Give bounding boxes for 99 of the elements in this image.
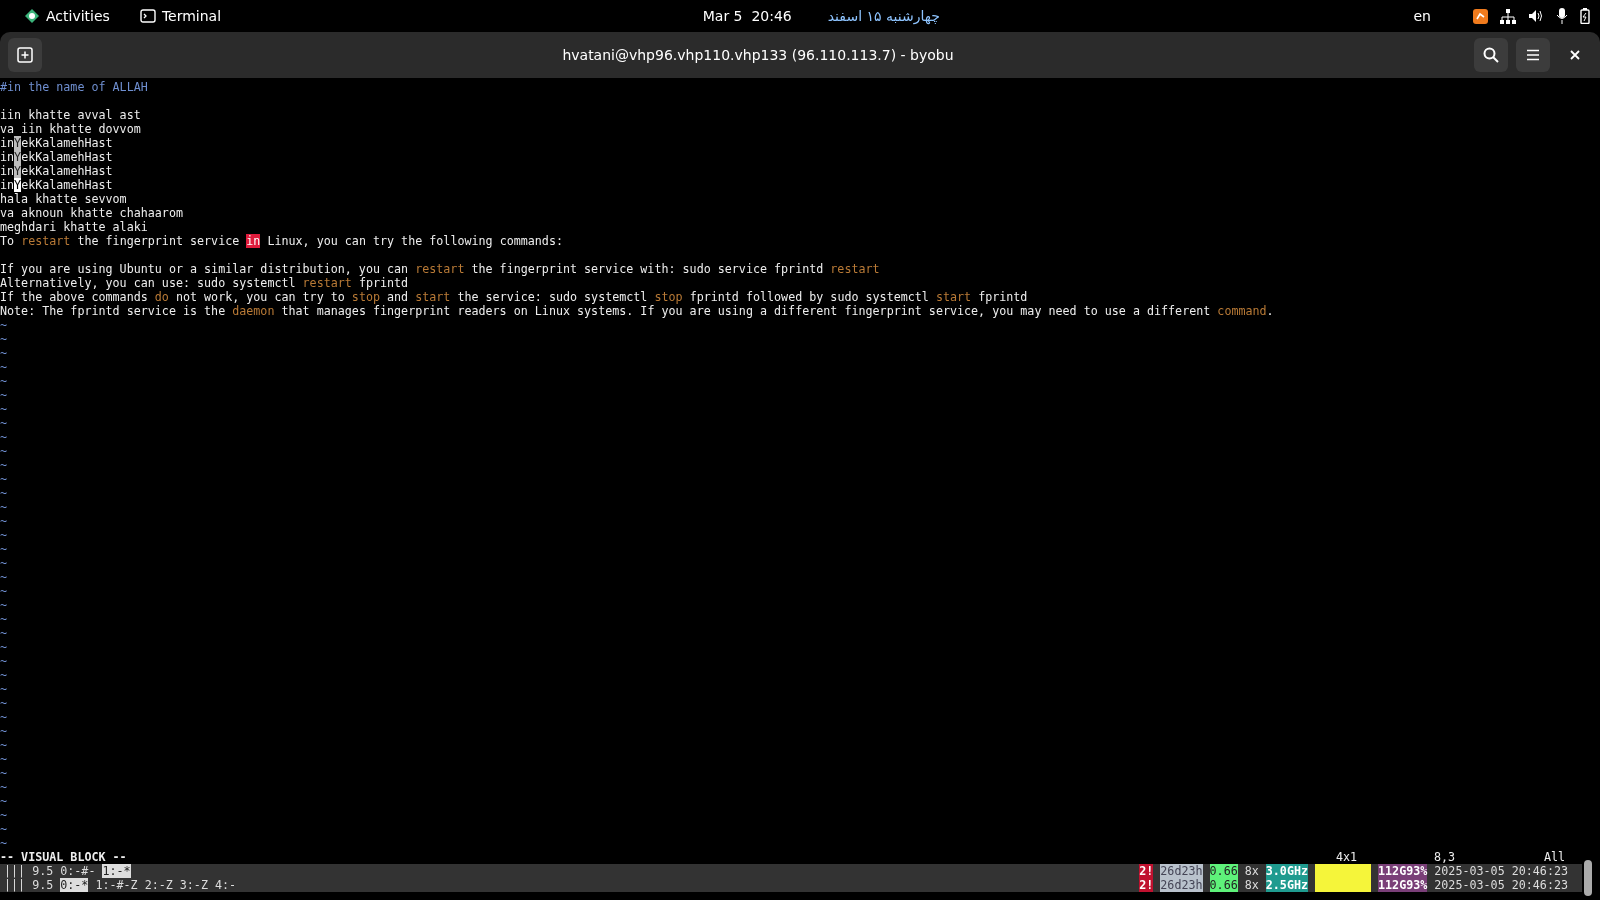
terminal-line: va iin khatte dovvom (0, 122, 142, 136)
search-button[interactable] (1474, 38, 1508, 72)
empty-line-marker: ~ (0, 556, 9, 570)
clock-text: Mar 5 20:46 (702, 8, 792, 24)
menu-button[interactable] (1516, 38, 1550, 72)
empty-line-marker: ~ (0, 766, 9, 780)
status-text: 1:-#-Z (95, 878, 138, 892)
status-text: 4:- (214, 878, 237, 892)
empty-line-marker: ~ (0, 612, 9, 626)
empty-line-marker: ~ (0, 500, 9, 514)
status-text: 2! (1139, 878, 1154, 892)
battery-icon[interactable] (1580, 8, 1590, 24)
empty-line-marker: ~ (0, 374, 9, 388)
empty-line-marker: ~ (0, 514, 9, 528)
empty-line-marker: ~ (0, 346, 9, 360)
terminal-line: hala khatte sevvom (0, 192, 128, 206)
status-text: 3.0GHz (1265, 864, 1309, 878)
mode-indicator: -- VISUAL BLOCK -- (0, 850, 127, 864)
empty-line-marker: ~ (0, 570, 9, 584)
terminal-line: iin khatte avval ast (0, 108, 142, 122)
empty-line-marker: ~ (0, 682, 9, 696)
window-title: hvatani@vhp96.vhp110.vhp133 (96.110.113.7) - byobu (562, 47, 954, 63)
empty-line-marker: ~ (0, 738, 9, 752)
empty-line-marker: ~ (0, 710, 9, 724)
status-text: 2:-Z (144, 878, 173, 892)
status-text: 0.66 (1209, 878, 1238, 892)
empty-line-marker: ~ (0, 402, 9, 416)
status-text: 8x (1244, 864, 1259, 878)
empty-line-marker: ~ (0, 430, 9, 444)
empty-line-marker: ~ (0, 486, 9, 500)
empty-line-marker: ~ (0, 780, 9, 794)
empty-line-marker: ~ (0, 752, 9, 766)
memory-indicator (1315, 864, 1372, 878)
terminal-line: If the above commands do not work, you can try to stop and start the service: sudo systemctl stop fprintd followed by sudo systemctl start fprintd (0, 290, 1029, 304)
status-text: 2.5GHz (1265, 878, 1309, 892)
update-icon[interactable] (1473, 8, 1488, 24)
status-text: 8x (1244, 878, 1259, 892)
empty-line-marker: ~ (0, 584, 9, 598)
status-text: 2025-03-05 20:46:23 (1434, 878, 1568, 892)
empty-line-marker: ~ (0, 626, 9, 640)
status-text: 9.5 (32, 864, 54, 878)
empty-line-marker: ~ (0, 444, 9, 458)
empty-line-marker: ~ (0, 696, 9, 710)
terminal-icon (139, 9, 156, 23)
status-text: 26d23h (1160, 878, 1203, 892)
status-text: 9.5 (32, 878, 54, 892)
status-text: 3:-Z (179, 878, 208, 892)
status-text: 112G93% (1378, 864, 1428, 878)
status-text: ||| (4, 878, 26, 892)
empty-line-marker: ~ (0, 388, 9, 402)
network-icon[interactable] (1500, 8, 1516, 24)
terminal-line: Alternatively, you can use: sudo systemctl restart fprintd (0, 276, 410, 290)
empty-line-marker: ~ (0, 836, 9, 850)
cursor-position: 8,3 (1434, 850, 1457, 864)
search-icon (1483, 47, 1499, 63)
volume-icon[interactable] (1528, 9, 1544, 23)
terminal-line: meghdari khatte alaki (0, 220, 149, 234)
memory-indicator (1315, 878, 1372, 892)
scrollbar-thumb[interactable] (1584, 860, 1592, 896)
terminal-line: #in the name of ALLAH (0, 80, 149, 94)
microphone-icon[interactable] (1556, 8, 1568, 24)
status-text: 2! (1139, 864, 1154, 878)
empty-line-marker: ~ (0, 528, 9, 542)
terminal-line: If you are using Ubuntu or a similar distribution, you can restart the fingerprint service with: sudo service fprintd restart (0, 262, 881, 276)
empty-line-marker: ~ (0, 542, 9, 556)
status-text: 112G93% (1378, 878, 1428, 892)
activities-button[interactable]: Activities (16, 4, 118, 28)
empty-line-marker: ~ (0, 318, 9, 332)
empty-line-marker: ~ (0, 640, 9, 654)
terminal-line: va aknoun khatte chahaarom (0, 206, 184, 220)
status-text: 0.66 (1209, 864, 1238, 878)
empty-line-marker: ~ (0, 794, 9, 808)
menu-icon (1526, 49, 1540, 61)
language-indicator[interactable]: en (1413, 8, 1431, 24)
selection-size: 4x1 (1336, 850, 1359, 864)
terminal-line: To restart the fingerprint service in Linux, you can try the following commands: (0, 234, 564, 248)
status-text: 0:-#- (60, 864, 96, 878)
terminal-line: Note: The fprintd service is the daemon that manages fingerprint readers on Linux systems. If you are using a different fingerprint service, you may need to use a different command. (0, 304, 1275, 318)
empty-line-marker: ~ (0, 416, 9, 430)
status-text: 2025-03-05 20:46:23 (1434, 864, 1568, 878)
new-tab-button[interactable] (8, 38, 42, 72)
empty-line-marker: ~ (0, 822, 9, 836)
empty-line-marker: ~ (0, 458, 9, 472)
logo-icon (24, 8, 40, 24)
empty-line-marker: ~ (0, 808, 9, 822)
empty-line-marker: ~ (0, 598, 9, 612)
status-text: ||| (4, 864, 26, 878)
close-icon (1570, 50, 1580, 60)
empty-line-marker: ~ (0, 360, 9, 374)
empty-line-marker: ~ (0, 332, 9, 346)
persian-date: چهارشنبه ۱۵ اسفند (827, 8, 940, 24)
app-menu[interactable]: Terminal (131, 4, 230, 28)
status-text: 26d23h (1160, 864, 1203, 878)
new-tab-icon (17, 47, 33, 63)
empty-line-marker: ~ (0, 472, 9, 486)
empty-line-marker: ~ (0, 654, 9, 668)
scroll-position: All (1544, 850, 1567, 864)
empty-line-marker: ~ (0, 724, 9, 738)
empty-line-marker: ~ (0, 668, 9, 682)
